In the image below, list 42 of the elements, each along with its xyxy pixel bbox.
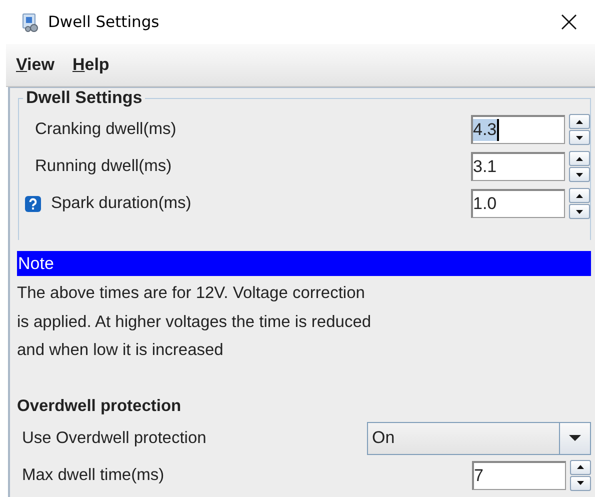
down-arrow-icon bbox=[576, 136, 583, 140]
field-label: Cranking dwell(ms) bbox=[35, 120, 176, 139]
spin-down-button[interactable] bbox=[569, 167, 590, 182]
app-icon bbox=[20, 12, 40, 32]
field-value: 1.0 bbox=[473, 193, 497, 215]
menu-item[interactable]: Help bbox=[72, 55, 110, 75]
down-arrow-icon bbox=[577, 481, 584, 485]
field-label: Use Overdwell protection bbox=[22, 428, 206, 448]
menu-item[interactable]: View bbox=[16, 55, 54, 75]
note-text: The above times are for 12V. Voltage correction bbox=[17, 283, 366, 304]
number-field[interactable]: 7 bbox=[472, 460, 566, 490]
number-field[interactable]: 3.1 bbox=[471, 152, 565, 181]
spin-up-button[interactable] bbox=[570, 460, 591, 474]
group-title: Dwell Settings bbox=[23, 88, 146, 108]
field-label: Running dwell(ms) bbox=[35, 157, 172, 176]
spin-up-button[interactable] bbox=[569, 114, 590, 129]
close-icon bbox=[560, 13, 578, 31]
spin-up-button[interactable] bbox=[569, 151, 590, 166]
spin-down-button[interactable] bbox=[569, 130, 590, 145]
down-arrow-icon bbox=[576, 172, 583, 176]
spin-down-button[interactable] bbox=[570, 476, 591, 490]
spin-up-button[interactable] bbox=[569, 188, 590, 203]
number-field[interactable]: 4.3 bbox=[471, 115, 565, 144]
note-header: Note bbox=[17, 251, 591, 276]
note-text: is applied. At higher voltages the time is reduced bbox=[17, 312, 372, 332]
section-title: Overdwell protection bbox=[17, 396, 182, 416]
up-arrow-icon bbox=[576, 156, 583, 160]
number-field[interactable]: 1.0 bbox=[471, 189, 565, 218]
dropdown[interactable]: On bbox=[367, 422, 591, 454]
field-label: Spark duration(ms) bbox=[51, 194, 192, 213]
up-arrow-icon bbox=[576, 120, 583, 124]
window-title: Dwell Settings bbox=[48, 13, 160, 31]
up-arrow-icon bbox=[577, 465, 584, 469]
help-icon bbox=[25, 196, 41, 212]
up-arrow-icon bbox=[576, 194, 583, 198]
spin-down-button[interactable] bbox=[569, 204, 590, 219]
caret-icon bbox=[569, 435, 581, 441]
field-value: 3.1 bbox=[473, 156, 497, 178]
field-value: 4.3 bbox=[473, 119, 499, 141]
note-text: and when low it is increased bbox=[17, 340, 224, 361]
field-label: Max dwell time(ms) bbox=[22, 466, 164, 484]
down-arrow-icon bbox=[576, 210, 583, 214]
